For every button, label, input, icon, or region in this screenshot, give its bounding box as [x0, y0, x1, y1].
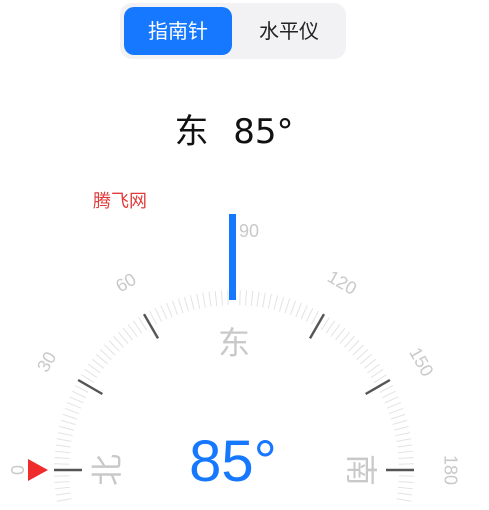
minor-tick [289, 300, 297, 316]
minor-tick [81, 374, 95, 383]
minor-tick [335, 327, 346, 341]
minor-tick [171, 300, 179, 316]
minor-tick [166, 302, 173, 318]
minor-tick [245, 290, 248, 306]
minor-tick [382, 390, 397, 399]
minor-tick [74, 385, 89, 393]
minor-tick [295, 302, 302, 318]
minor-tick [262, 292, 266, 308]
minor-tick [390, 413, 406, 420]
degree-label: 60 [112, 269, 139, 296]
minor-tick [71, 390, 86, 399]
minor-tick [160, 305, 168, 320]
cardinal-label: 东 [218, 324, 250, 362]
minor-tick [348, 340, 360, 352]
minor-tick [311, 310, 319, 325]
minor-tick [256, 291, 260, 307]
minor-tick [373, 374, 387, 383]
major-tick [142, 313, 160, 339]
minor-tick [66, 402, 82, 409]
minor-tick [177, 298, 184, 314]
minor-tick [64, 407, 80, 415]
minor-tick [339, 331, 351, 344]
minor-tick [91, 358, 105, 369]
minor-tick [214, 290, 218, 306]
minor-tick [108, 340, 120, 352]
minor-tick [344, 335, 355, 348]
minor-tick [284, 298, 291, 314]
minor-tick [239, 290, 241, 306]
minor-tick [60, 419, 76, 426]
minor-tick [84, 368, 98, 379]
minor-tick [356, 349, 369, 360]
minor-tick [104, 344, 116, 356]
minor-tick [330, 324, 341, 337]
minor-tick [325, 320, 336, 334]
minor-tick [388, 407, 404, 415]
minor-tick [220, 290, 223, 306]
minor-tick [132, 320, 143, 334]
minor-tick [99, 349, 112, 360]
minor-tick [122, 327, 133, 341]
minor-tick [273, 295, 279, 311]
minor-tick [202, 292, 206, 308]
minor-tick [138, 317, 147, 331]
minor-tick [56, 498, 72, 502]
minor-tick [250, 290, 254, 306]
degree-label: 120 [324, 267, 360, 299]
minor-tick [367, 363, 380, 374]
minor-tick [69, 396, 84, 404]
minor-tick [183, 296, 190, 312]
minor-tick [321, 317, 330, 331]
minor-tick [154, 307, 163, 322]
minor-tick [113, 335, 124, 348]
minor-tick [396, 498, 412, 502]
minor-tick [95, 353, 108, 365]
minor-tick [127, 324, 138, 337]
minor-tick [384, 396, 399, 404]
minor-tick [363, 358, 377, 369]
minor-tick [149, 310, 157, 325]
degree-label: 30 [33, 348, 60, 375]
minor-tick [278, 296, 285, 312]
degree-label: 90 [239, 221, 259, 241]
minor-tick [392, 419, 408, 426]
heading-pointer [229, 214, 236, 300]
major-tick [365, 378, 391, 396]
major-tick [77, 378, 103, 396]
minor-tick [117, 331, 129, 344]
minor-tick [352, 344, 364, 356]
major-tick [308, 313, 326, 339]
minor-tick [227, 290, 229, 306]
minor-tick [62, 413, 78, 420]
minor-tick [386, 402, 402, 409]
minor-tick [88, 363, 101, 374]
compass-screen: 指南针 水平仪 东 85° 腾飞网 0 30 60 90 120 150 180 北东南 8… [0, 0, 489, 510]
minor-tick [360, 353, 373, 365]
minor-tick [196, 293, 201, 309]
minor-tick [300, 305, 308, 320]
big-heading-reading: 85° [189, 429, 277, 494]
minor-tick [208, 291, 212, 307]
minor-tick [267, 293, 272, 309]
minor-tick [379, 385, 394, 393]
minor-tick [189, 295, 195, 311]
minor-tick [305, 307, 314, 322]
minor-tick [370, 368, 384, 379]
degree-label: 150 [405, 344, 437, 380]
